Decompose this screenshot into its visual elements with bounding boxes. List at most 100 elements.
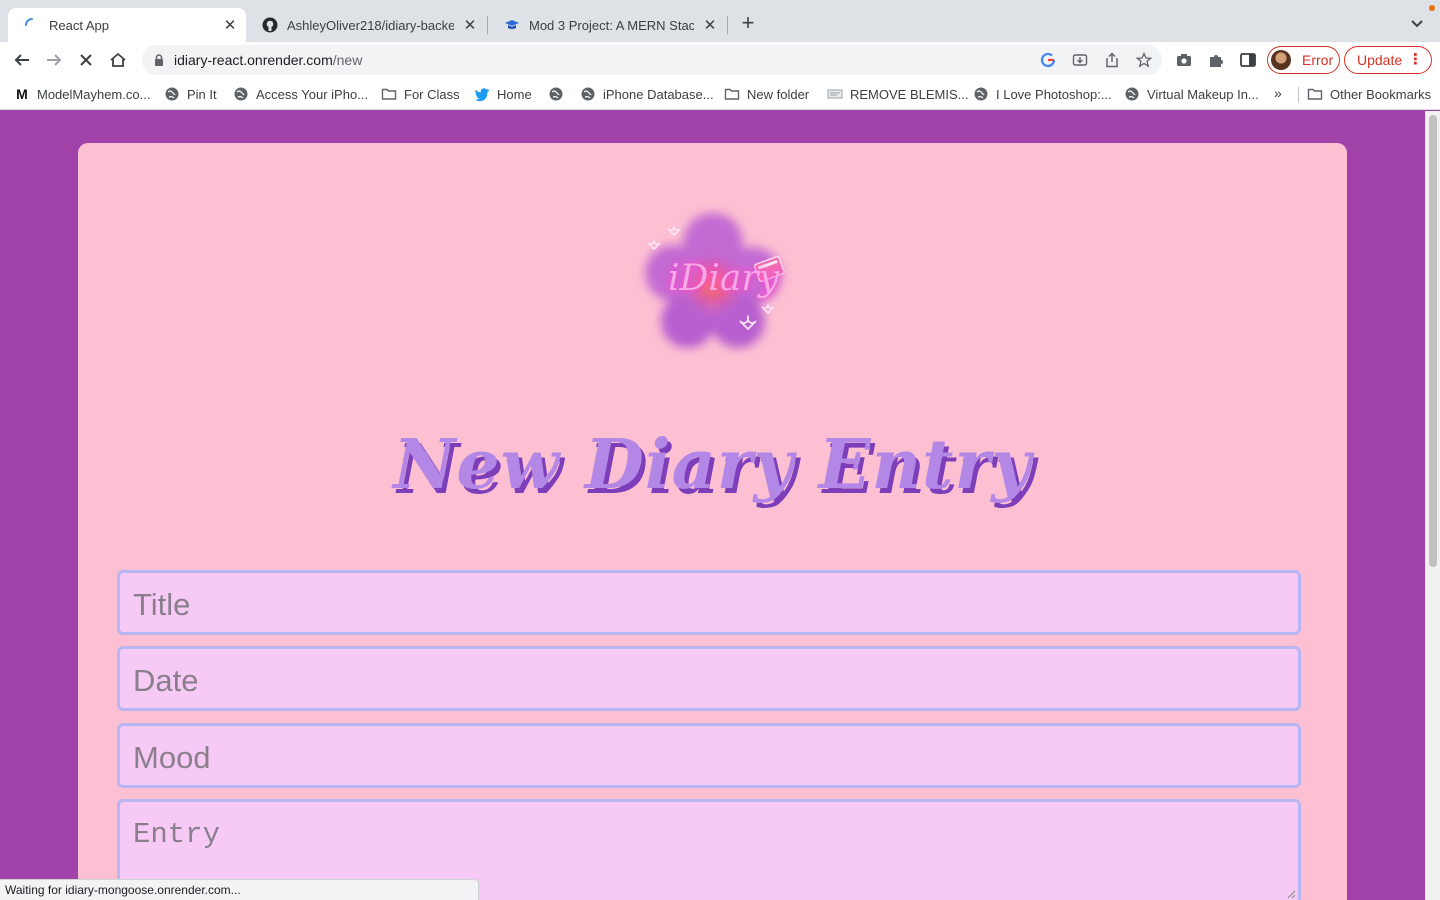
bookmarks-overflow-button[interactable]: » [1274,85,1282,101]
close-icon[interactable]: ✕ [462,17,478,34]
update-button[interactable]: Update ⋮ [1344,46,1432,74]
grad-cap-icon [505,20,519,29]
bookmark-access-iphone[interactable]: Access Your iPho... [233,85,368,103]
bookmark-label: iPhone Database... [603,86,714,102]
folder-icon [381,88,397,100]
home-icon [110,52,126,67]
bookmark-modelmayhem[interactable]: M ModelMayhem.co... [14,85,150,103]
bookmark-label: REMOVE BLEMIS... [850,86,969,102]
mood-input[interactable]: Mood [117,723,1301,788]
other-bookmarks[interactable]: Other Bookmarks [1307,85,1431,103]
globe-icon [1125,87,1139,101]
bookmark-iphone-database[interactable]: iPhone Database... [580,85,714,103]
page-icon [827,89,843,99]
bookmark-pin-it[interactable]: Pin It [164,85,217,103]
globe-icon [165,87,179,101]
loading-spinner-icon [25,18,33,26]
bookmark-label: New folder [747,86,810,102]
bookmarks-bar: M ModelMayhem.co... Pin It Access Your i… [0,78,1440,110]
scrollbar-thumb[interactable] [1429,115,1437,567]
url-path: /new [332,52,363,68]
profile-error-label: Error [1302,52,1334,68]
tab-mern-project[interactable]: Mod 3 Project: A MERN Stack / ✕ [488,8,726,42]
update-label: Update [1357,52,1403,68]
tab-title: AshleyOliver218/idiary-backend [287,17,454,33]
entry-placeholder: Entry [133,818,221,851]
stop-loading-button[interactable] [74,48,98,72]
globe-icon [549,87,563,101]
new-entry-card: iDiary New Diary Entry Title Date Mood E… [78,143,1347,900]
forward-arrow-icon [47,54,62,66]
camera-icon [1177,54,1191,66]
stop-x-icon [80,54,92,66]
browser-toolbar: idiary-react.onrender.com/new Error Upda… [0,42,1440,78]
folder-icon [1307,88,1323,100]
bookmark-label: Home [497,86,532,102]
bookmark-label: For Class [404,86,460,102]
bookmark-label: ModelMayhem.co... [37,86,151,102]
bookmark-label: Access Your iPho... [256,86,369,102]
avatar [1271,50,1291,70]
tab-title: Mod 3 Project: A MERN Stack / [529,17,694,33]
back-button[interactable] [10,48,34,72]
globe-icon [234,87,248,101]
status-bubble: Waiting for idiary-mongoose.onrender.com… [0,879,479,900]
title-input[interactable]: Title [117,570,1301,635]
page-title: New Diary Entry [393,425,1032,505]
kebab-menu-icon: ⋮ [1408,51,1423,68]
lock-icon [155,54,163,66]
date-input[interactable]: Date [117,646,1301,711]
other-bookmarks-label: Other Bookmarks [1330,86,1432,102]
profile-error-button[interactable]: Error [1267,46,1340,74]
globe-icon [974,87,988,101]
title-placeholder: Title [133,587,191,622]
bookmarks-separator [1298,87,1299,103]
share-icon[interactable] [1103,51,1121,69]
globe-icon [581,87,595,101]
url-text: idiary-react.onrender.com/new [174,52,362,68]
bookmark-i-love-photoshop[interactable]: I Love Photoshop:... [973,85,1112,103]
page-scrollbar[interactable] [1425,111,1440,900]
logo-text: iDiary [668,258,779,299]
install-app-icon[interactable] [1071,51,1089,69]
bookmark-label: Pin It [187,86,217,102]
page-viewport: iDiary New Diary Entry Title Date Mood E… [0,111,1425,900]
back-arrow-icon [14,54,29,66]
close-icon[interactable]: ✕ [222,17,238,34]
idiary-logo: iDiary [618,203,808,363]
bookmark-new-folder[interactable]: New folder [724,85,809,103]
side-panel-button[interactable] [1236,48,1260,72]
bookmark-virtual-makeup[interactable]: Virtual Makeup In... [1124,85,1259,103]
tab-title: React App [49,17,109,33]
tab-separator [727,16,728,34]
forward-button[interactable] [42,48,66,72]
puzzle-piece-icon [1210,55,1223,67]
new-tab-button[interactable]: + [736,12,760,36]
tab-strip: React App ✕ AshleyOliver218/idiary-backe… [0,0,1440,42]
close-icon[interactable]: ✕ [702,17,718,34]
screenshot-button[interactable] [1172,48,1196,72]
home-button[interactable] [106,48,130,72]
twitter-bird-icon [474,88,489,102]
tab-github[interactable]: AshleyOliver218/idiary-backend ✕ [246,8,486,42]
bookmark-label: I Love Photoshop:... [996,86,1112,102]
folder-icon [724,88,740,100]
address-bar[interactable]: idiary-react.onrender.com/new [142,45,1162,75]
bookmark-twitter-home[interactable]: Home [474,85,532,103]
url-host: idiary-react.onrender.com [174,52,333,68]
tab-react-app[interactable]: React App ✕ [8,8,246,42]
mood-placeholder: Mood [133,740,211,775]
bookmark-untitled[interactable] [548,85,571,103]
chevron-down-icon[interactable] [1407,13,1427,33]
resize-handle-icon[interactable] [1286,889,1296,899]
notification-dot [1429,5,1435,11]
side-panel-icon [1240,53,1256,67]
github-icon [262,17,278,33]
modelmayhem-icon: M [16,86,28,102]
google-lens-icon[interactable] [1039,51,1057,69]
bookmark-star-icon[interactable] [1135,51,1153,69]
bookmark-for-class[interactable]: For Class [381,85,460,103]
extensions-button[interactable] [1204,48,1228,72]
bookmark-remove-blemish[interactable]: REMOVE BLEMIS... [827,85,968,103]
date-placeholder: Date [133,663,199,698]
